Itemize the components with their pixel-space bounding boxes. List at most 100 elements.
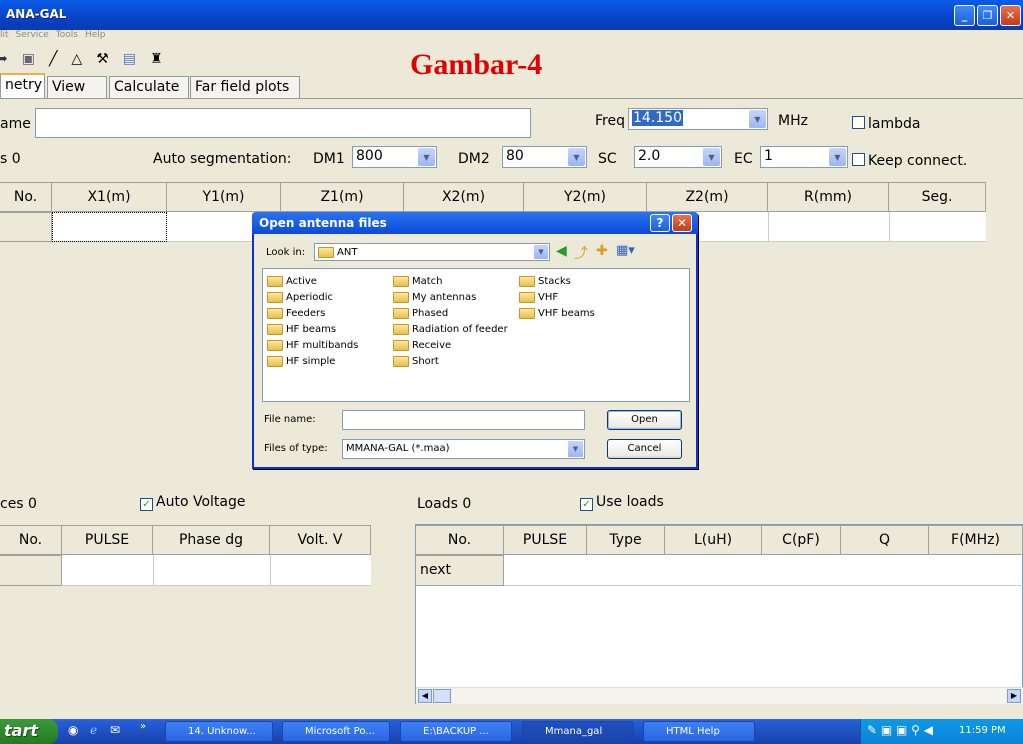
folder-item[interactable]: Stacks	[519, 273, 595, 289]
dm2-combo[interactable]: 80 ▼	[502, 146, 587, 168]
dm1-combo[interactable]: 800 ▼	[352, 146, 437, 168]
scroll-left-icon[interactable]: ◀	[418, 689, 432, 703]
folder-item[interactable]: VHF beams	[519, 305, 595, 321]
folder-item[interactable]: VHF	[519, 289, 595, 305]
task-item[interactable]: E:\BACKUP ...	[400, 721, 512, 742]
more-icon[interactable]: »	[140, 721, 146, 732]
auto-voltage-checkbox[interactable]: ✓	[140, 498, 153, 511]
tray-icons[interactable]: ✎ ▣ ▣ ⚲ ◀	[867, 723, 933, 737]
folder-icon	[519, 307, 535, 319]
col-z1: Z1(m)	[281, 182, 404, 212]
help-button[interactable]: ?	[650, 214, 670, 232]
folder-item[interactable]: Active	[267, 273, 358, 289]
open-icon[interactable]: ➦	[0, 51, 8, 67]
tab-geometry[interactable]: netry	[0, 73, 45, 98]
files-of-type-label: Files of type:	[264, 443, 328, 454]
up-folder-icon[interactable]: ⤴	[574, 243, 588, 263]
close-button[interactable]: ✕	[1000, 5, 1021, 26]
notes-icon[interactable]: ▤	[123, 51, 136, 67]
dialog-close-button[interactable]: ✕	[672, 214, 692, 232]
folder-item[interactable]: HF simple	[267, 353, 358, 369]
folder-icon	[393, 323, 409, 335]
col-x1: X1(m)	[52, 182, 167, 212]
folder-item[interactable]: Feeders	[267, 305, 358, 321]
chevron-down-icon[interactable]: ▼	[568, 148, 585, 166]
chevron-down-icon[interactable]: ▼	[418, 148, 435, 166]
folder-item[interactable]: Radiation of feeder	[393, 321, 508, 337]
auto-voltage-option[interactable]: ✓ Auto Voltage	[140, 494, 245, 511]
sc-combo[interactable]: 2.0 ▼	[634, 146, 722, 168]
tools-icon[interactable]: ⚒	[96, 51, 109, 67]
src-col-phase: Phase dg	[153, 525, 270, 555]
folder-label: Aperiodic	[286, 291, 333, 303]
menu-service[interactable]: Service	[16, 30, 49, 45]
save-icon[interactable]: ▣	[22, 51, 35, 67]
freq-label: Freq	[595, 113, 625, 129]
file-name-label: File name:	[264, 414, 316, 425]
chevron-down-icon[interactable]: ▼	[534, 245, 548, 259]
files-of-type-combo[interactable]: MMANA-GAL (*.maa) ▼	[342, 439, 585, 459]
window-controls: _ ❐ ✕	[954, 5, 1021, 26]
task-item[interactable]: Mmana_gal	[522, 721, 634, 742]
task-item[interactable]: HTML Help	[643, 721, 755, 742]
ec-value: 1	[764, 148, 773, 164]
open-button[interactable]: Open	[607, 410, 682, 430]
triangle-icon[interactable]: △	[71, 51, 82, 67]
task-item[interactable]: 14. Unknow...	[165, 721, 273, 742]
folder-item[interactable]: Match	[393, 273, 508, 289]
table-row[interactable]	[62, 555, 371, 586]
menu-edit[interactable]: lit	[0, 30, 9, 45]
chevron-down-icon[interactable]: ▼	[749, 110, 766, 128]
back-icon[interactable]: ◀	[556, 243, 567, 259]
menu-help[interactable]: Help	[85, 30, 106, 45]
desktop-icon[interactable]: ◉	[68, 723, 78, 737]
browser-icon[interactable]: ℯ	[90, 723, 97, 737]
keep-connect-checkbox[interactable]	[852, 153, 865, 166]
keep-connect-option[interactable]: Keep connect.	[852, 153, 967, 169]
minimize-button[interactable]: _	[954, 5, 975, 26]
folder-item[interactable]: Receive	[393, 337, 508, 353]
ec-combo[interactable]: 1 ▼	[760, 146, 848, 168]
folder-label: VHF beams	[538, 307, 595, 319]
lambda-option[interactable]: lambda	[852, 116, 920, 132]
mail-icon[interactable]: ✉	[110, 723, 120, 737]
horizontal-scrollbar[interactable]: ◀ ▶	[416, 687, 1023, 704]
use-loads-option[interactable]: ✓ Use loads	[580, 494, 664, 511]
freq-combo[interactable]: 14.150 ▼	[628, 108, 768, 130]
col-no: No.	[0, 182, 52, 212]
scroll-thumb[interactable]	[433, 689, 451, 703]
maximize-button[interactable]: ❐	[977, 5, 998, 26]
line-icon[interactable]: ╱	[49, 51, 57, 67]
cancel-button[interactable]: Cancel	[607, 439, 682, 459]
folder-item[interactable]: HF beams	[267, 321, 358, 337]
folder-item[interactable]: Phased	[393, 305, 508, 321]
chevron-down-icon[interactable]: ▼	[703, 148, 720, 166]
files-of-type-value: MMANA-GAL (*.maa)	[346, 443, 450, 454]
folder-icon	[393, 307, 409, 319]
tab-far-field-plots[interactable]: Far field plots	[190, 76, 300, 98]
look-in-combo[interactable]: ANT ▼	[314, 243, 550, 261]
auto-seg-label: Auto segmentation:	[153, 151, 292, 167]
use-loads-checkbox[interactable]: ✓	[580, 498, 593, 511]
folder-item[interactable]: HF multibands	[267, 337, 358, 353]
selected-cell[interactable]	[52, 212, 167, 242]
chevron-down-icon[interactable]: ▼	[829, 148, 846, 166]
file-list[interactable]: Active Aperiodic Feeders HF beams HF mul…	[262, 268, 690, 402]
chevron-down-icon[interactable]: ▼	[568, 441, 583, 457]
folder-item[interactable]: Aperiodic	[267, 289, 358, 305]
dm1-label: DM1	[313, 151, 345, 167]
file-name-input[interactable]	[342, 410, 585, 430]
start-button[interactable]: tart	[0, 719, 58, 744]
menu-tools[interactable]: Tools	[56, 30, 78, 45]
tab-view[interactable]: View	[47, 76, 107, 98]
view-menu-icon[interactable]: ▦▾	[616, 243, 635, 258]
folder-item[interactable]: My antennas	[393, 289, 508, 305]
lambda-checkbox[interactable]	[852, 116, 865, 129]
scroll-right-icon[interactable]: ▶	[1007, 689, 1021, 703]
antenna-icon[interactable]: ♜	[150, 51, 163, 67]
task-item[interactable]: Microsoft Po...	[282, 721, 390, 742]
tab-calculate[interactable]: Calculate	[109, 76, 189, 98]
name-input[interactable]	[35, 108, 531, 138]
new-folder-icon[interactable]: ✚	[596, 243, 608, 259]
folder-item[interactable]: Short	[393, 353, 508, 369]
